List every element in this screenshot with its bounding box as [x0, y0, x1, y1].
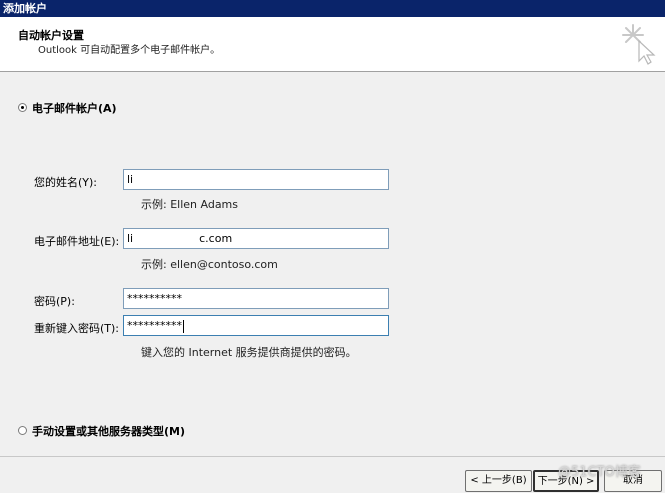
password-value: **********	[127, 292, 182, 305]
name-label: 您的姓名(Y):	[34, 176, 98, 189]
name-value: li	[127, 173, 134, 186]
back-button[interactable]: < 上一步(B)	[465, 470, 532, 492]
name-hint: 示例: Ellen Adams	[141, 198, 239, 211]
text-caret	[183, 319, 184, 333]
email-account-label[interactable]: 电子邮件帐户(A)	[32, 100, 117, 116]
wizard-body: 电子邮件帐户(A) 您的姓名(Y): li 示例: Ellen Adams 电子…	[0, 72, 665, 456]
window-title: 添加帐户	[3, 2, 47, 15]
email-account-radio[interactable]	[18, 103, 27, 112]
name-field[interactable]: li	[123, 169, 389, 190]
watermark-text: @51CTO博客	[558, 465, 641, 480]
retype-password-label: 重新键入密码(T):	[34, 322, 120, 335]
manual-setup-radio[interactable]	[18, 426, 27, 435]
email-value-prefix: li	[127, 232, 134, 245]
email-value-suffix: c.com	[199, 232, 233, 245]
email-label: 电子邮件地址(E):	[34, 235, 120, 248]
email-field[interactable]: li c.com	[123, 228, 389, 249]
retype-password-field[interactable]: **********	[123, 315, 389, 336]
password-hint: 键入您的 Internet 服务提供商提供的密码。	[141, 346, 357, 359]
password-field[interactable]: **********	[123, 288, 389, 309]
window-title-bar: 添加帐户	[0, 0, 665, 17]
wizard-header: 自动帐户设置 Outlook 可自动配置多个电子邮件帐户。	[0, 17, 665, 72]
email-hint: 示例: ellen@contoso.com	[141, 258, 278, 271]
retype-password-value: **********	[127, 319, 182, 332]
wizard-sparkle-icon	[622, 24, 656, 65]
password-label: 密码(P):	[34, 295, 75, 308]
header-subtitle: Outlook 可自动配置多个电子邮件帐户。	[38, 45, 221, 56]
manual-setup-label[interactable]: 手动设置或其他服务器类型(M)	[32, 423, 185, 439]
